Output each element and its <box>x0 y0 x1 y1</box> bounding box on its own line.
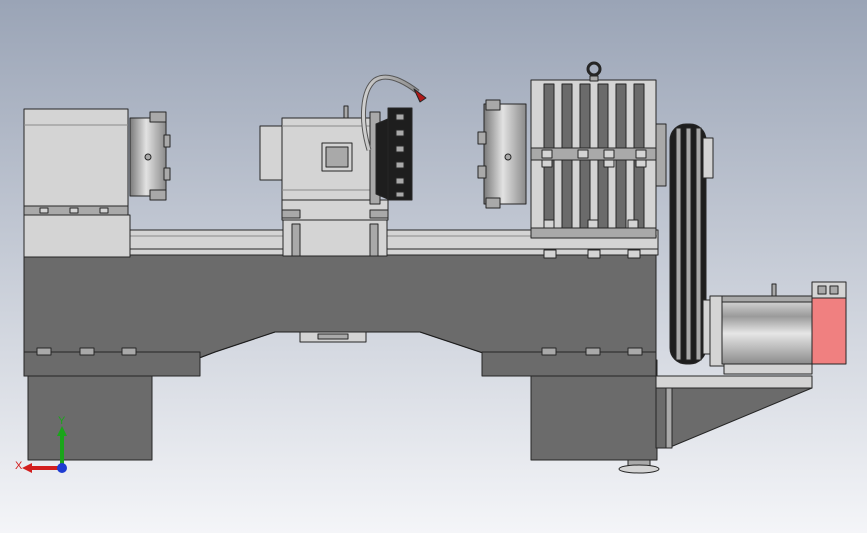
x-axis-label: X <box>15 460 23 472</box>
z-axis-dot <box>57 463 67 473</box>
turret-disc[interactable] <box>387 107 413 201</box>
tailstock-chuck[interactable] <box>129 111 171 201</box>
lathe-assembly-drawing[interactable]: Y X <box>0 0 867 533</box>
spindle-motor[interactable] <box>709 281 847 375</box>
motor-feet <box>723 363 813 375</box>
upper-pulley-hub <box>702 137 714 179</box>
right-leg-top-plate <box>481 351 657 377</box>
tailstock-base <box>23 214 131 258</box>
y-axis-label: Y <box>58 415 66 427</box>
cad-viewport[interactable]: Y X <box>0 0 867 533</box>
motor-body[interactable] <box>721 295 817 365</box>
motor-terminal-box[interactable] <box>811 281 847 299</box>
spindle-rear-nose <box>655 123 667 187</box>
motor-end-cap[interactable] <box>811 295 847 365</box>
tool-turret[interactable] <box>369 107 413 205</box>
spindle-chuck[interactable] <box>477 99 527 209</box>
left-leg-top-plate <box>23 351 201 377</box>
carriage-side-block <box>259 125 285 181</box>
